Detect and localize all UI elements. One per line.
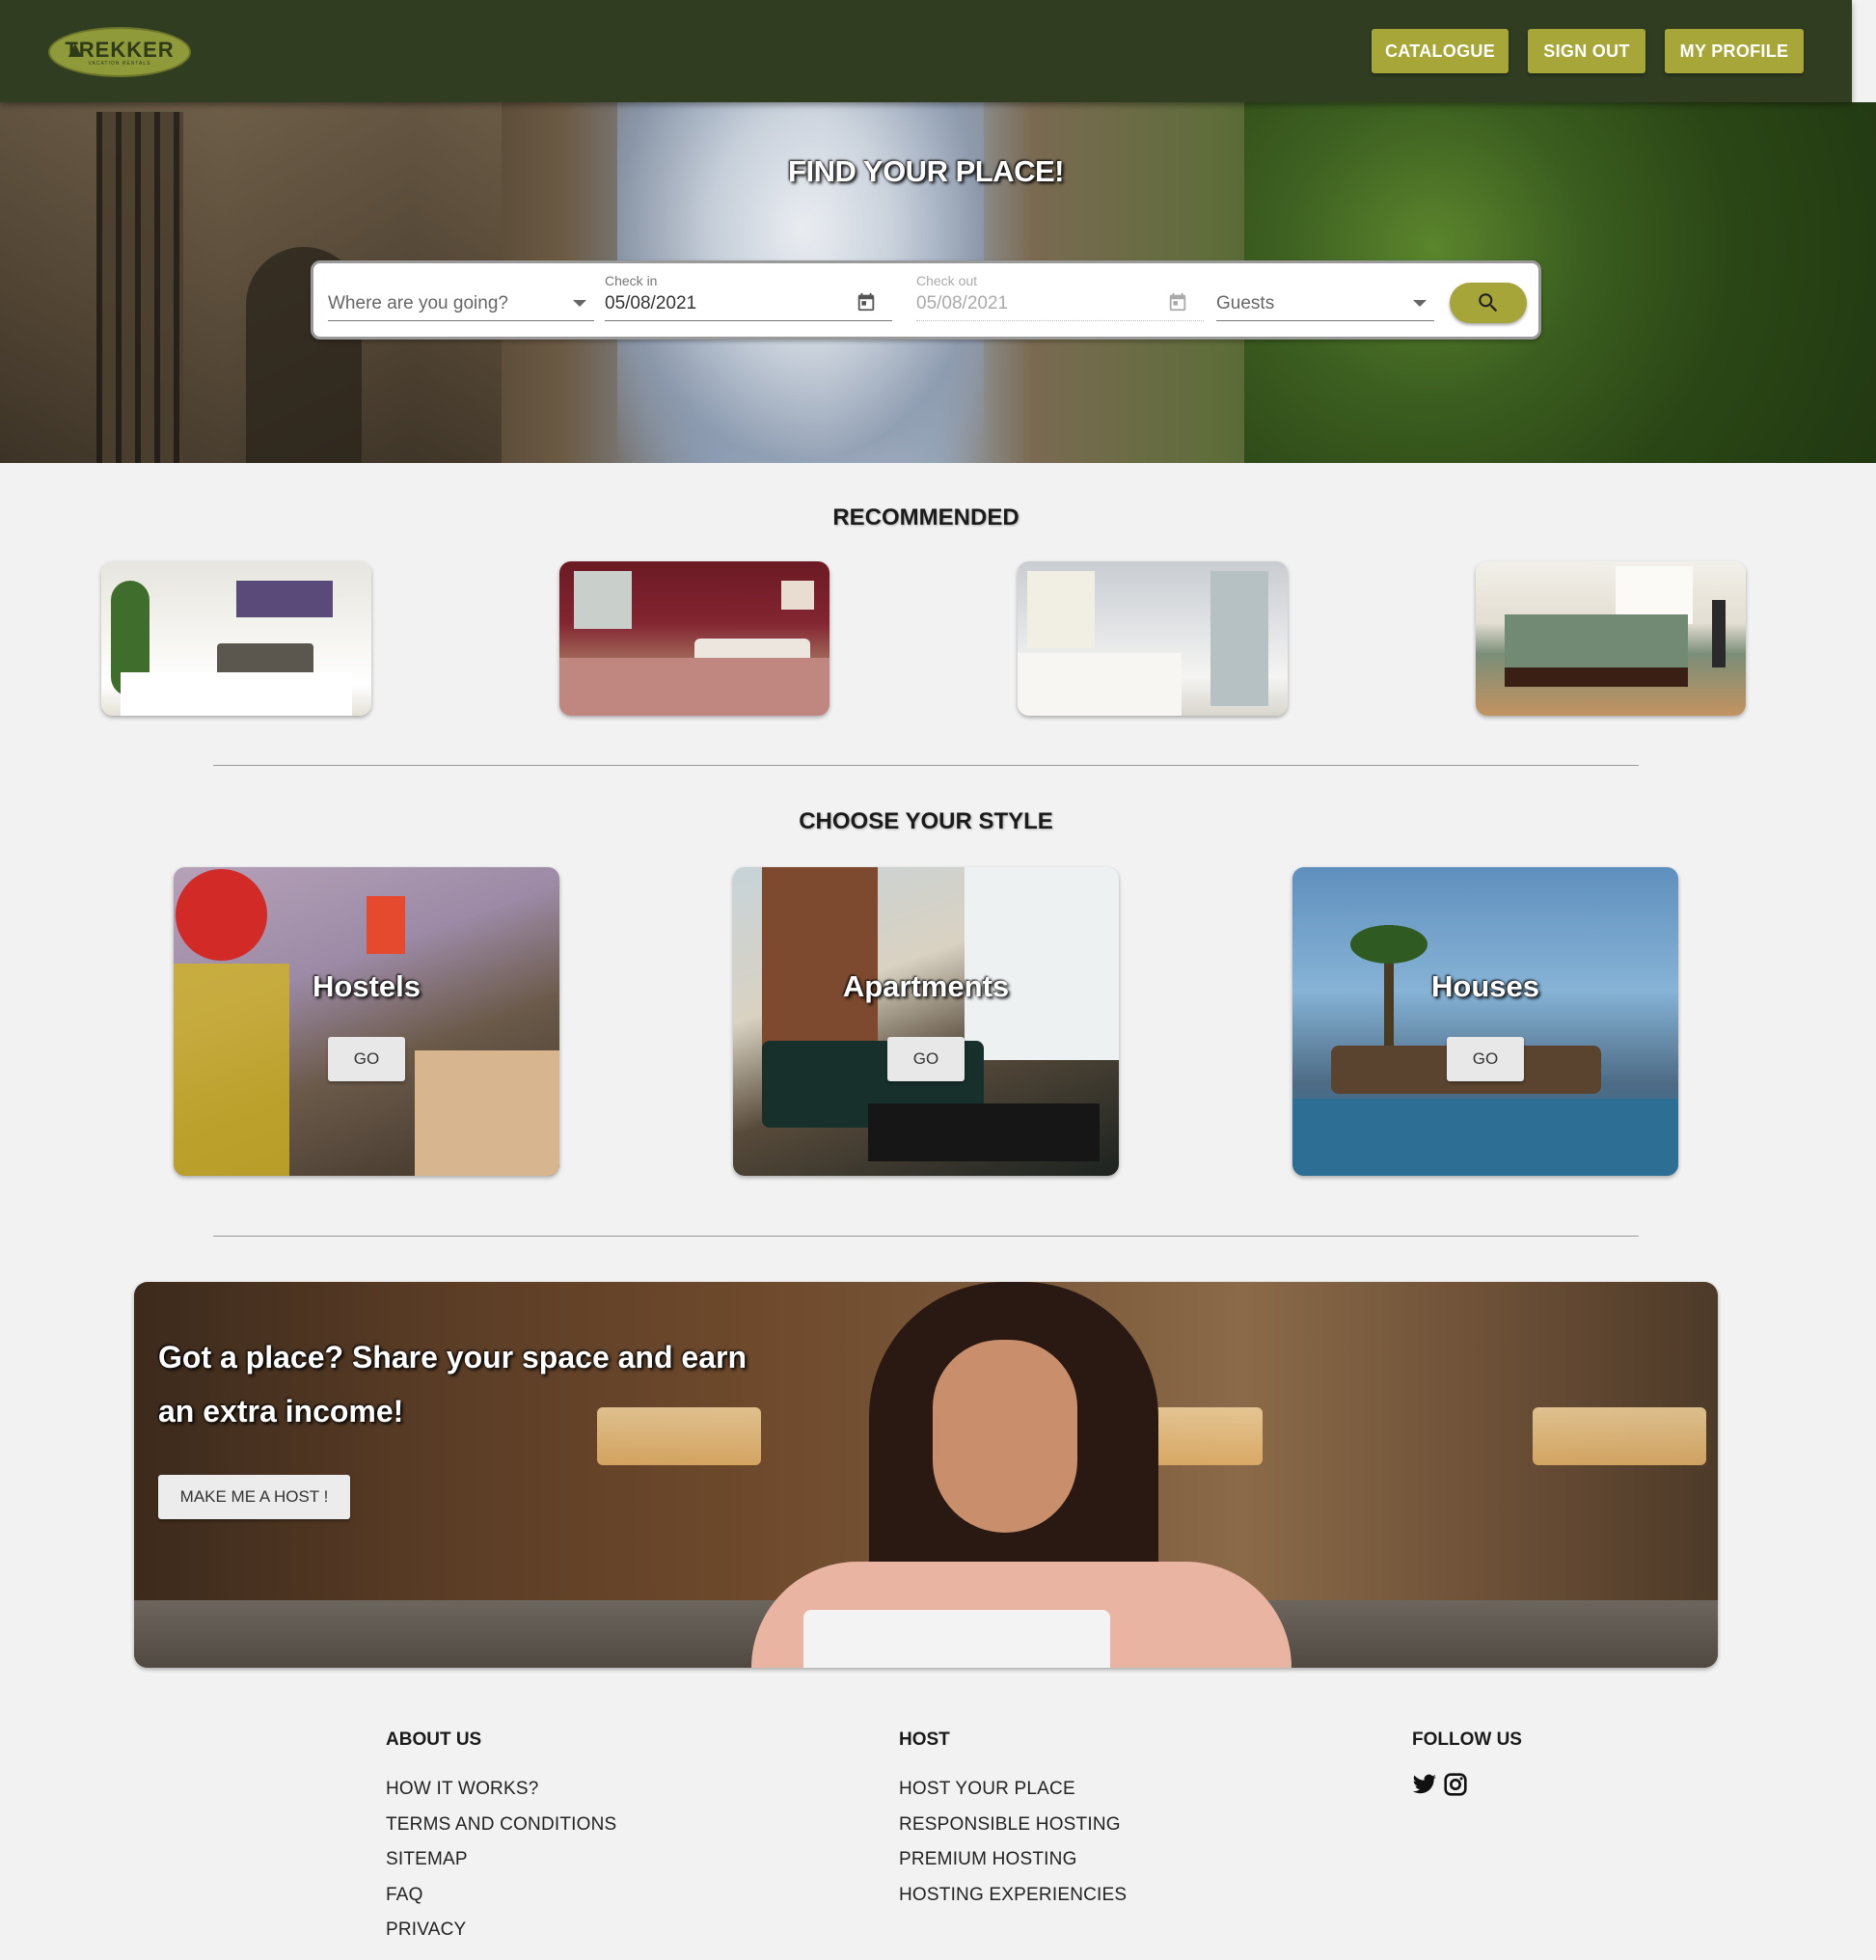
guests-select[interactable]: Guests — [1216, 281, 1434, 321]
banner-lamp — [1533, 1407, 1706, 1465]
footer-follow: FOLLOW US — [1412, 1729, 1522, 1797]
footer-host: HOST HOST YOUR PLACE RESPONSIBLE HOSTING… — [899, 1729, 1127, 1913]
become-host-banner: Got a place? Share your space and earn a… — [134, 1282, 1718, 1668]
checkout-value: 05/08/2021 — [916, 293, 1009, 313]
recommended-photo-3[interactable] — [1018, 561, 1288, 716]
recommended-photo-1[interactable] — [101, 561, 371, 716]
hero-title: FIND YOUR PLACE! — [788, 154, 1064, 188]
instagram-icon[interactable] — [1443, 1772, 1468, 1797]
search-icon — [1479, 293, 1498, 313]
section-divider — [213, 765, 1639, 766]
style-card-label: Apartments — [842, 969, 1010, 1003]
footer-follow-title: FOLLOW US — [1412, 1729, 1522, 1750]
navbar: ▲ TREKKER VACATION RENTALS CATALOGUE SIG… — [0, 0, 1852, 102]
search-bar: Where are you going? Check in 05/08/2021… — [311, 260, 1541, 340]
style-card-label: Hostels — [313, 969, 421, 1003]
my-profile-button[interactable]: MY PROFILE — [1665, 29, 1804, 73]
logo-subtitle: VACATION RENTALS — [88, 61, 151, 67]
apartments-go-button[interactable]: GO — [887, 1037, 965, 1081]
checkout-field[interactable]: Check out 05/08/2021 — [916, 273, 1204, 321]
footer-about: ABOUT US HOW IT WORKS? TERMS AND CONDITI… — [386, 1729, 616, 1948]
footer-link-terms[interactable]: TERMS AND CONDITIONS — [386, 1808, 616, 1843]
checkin-field[interactable]: Check in 05/08/2021 — [605, 273, 892, 321]
calendar-icon[interactable] — [856, 291, 877, 313]
footer-host-title: HOST — [899, 1729, 950, 1750]
catalogue-button[interactable]: CATALOGUE — [1372, 29, 1509, 73]
search-button[interactable] — [1450, 283, 1527, 323]
destination-select[interactable]: Where are you going? — [328, 281, 594, 321]
style-card-hostels[interactable]: Hostels GO — [174, 867, 559, 1176]
footer-about-title: ABOUT US — [386, 1729, 482, 1750]
sign-out-button[interactable]: SIGN OUT — [1528, 29, 1645, 73]
footer-link-privacy[interactable]: PRIVACY — [386, 1913, 616, 1948]
style-card-houses[interactable]: Houses GO — [1292, 867, 1678, 1176]
recommended-title: RECOMMENDED — [832, 504, 1020, 531]
footer-link-hosting-experiences[interactable]: HOSTING EXPERIENCIES — [899, 1878, 1127, 1914]
chevron-down-icon — [573, 300, 586, 307]
make-me-host-button[interactable]: MAKE ME A HOST ! — [158, 1475, 350, 1519]
houses-go-button[interactable]: GO — [1447, 1037, 1524, 1081]
guests-placeholder: Guests — [1216, 293, 1275, 313]
footer-link-sitemap[interactable]: SITEMAP — [386, 1842, 616, 1878]
style-card-apartments[interactable]: Apartments GO — [733, 867, 1119, 1176]
host-photo-face — [933, 1340, 1077, 1533]
recommended-photo-4[interactable] — [1476, 561, 1746, 716]
footer-link-responsible-hosting[interactable]: RESPONSIBLE HOSTING — [899, 1808, 1127, 1843]
hostels-go-button[interactable]: GO — [328, 1037, 405, 1081]
chevron-down-icon — [1413, 300, 1427, 307]
social-links — [1412, 1772, 1522, 1797]
destination-placeholder: Where are you going? — [328, 293, 508, 313]
checkout-label: Check out — [916, 273, 978, 288]
footer-link-how-it-works[interactable]: HOW IT WORKS? — [386, 1772, 616, 1808]
hiker-icon: ▲ — [64, 37, 87, 63]
recommended-photo-2[interactable] — [559, 561, 829, 716]
twitter-icon[interactable] — [1412, 1772, 1437, 1797]
trekker-logo[interactable]: ▲ TREKKER VACATION RENTALS — [48, 27, 191, 77]
footer-link-premium-hosting[interactable]: PREMIUM HOSTING — [899, 1842, 1127, 1878]
choose-style-title: CHOOSE YOUR STYLE — [799, 808, 1053, 834]
section-divider — [213, 1236, 1639, 1237]
calendar-icon[interactable] — [1167, 291, 1188, 313]
style-card-label: Houses — [1431, 969, 1539, 1003]
hero-banner: FIND YOUR PLACE! Where are you going? Ch… — [0, 102, 1876, 463]
footer-link-faq[interactable]: FAQ — [386, 1878, 616, 1914]
host-headline: Got a place? Share your space and earn a… — [158, 1340, 747, 1429]
checkin-value: 05/08/2021 — [605, 293, 697, 313]
laptop — [803, 1610, 1110, 1668]
footer-link-host-your-place[interactable]: HOST YOUR PLACE — [899, 1772, 1127, 1808]
checkin-label: Check in — [605, 273, 658, 288]
